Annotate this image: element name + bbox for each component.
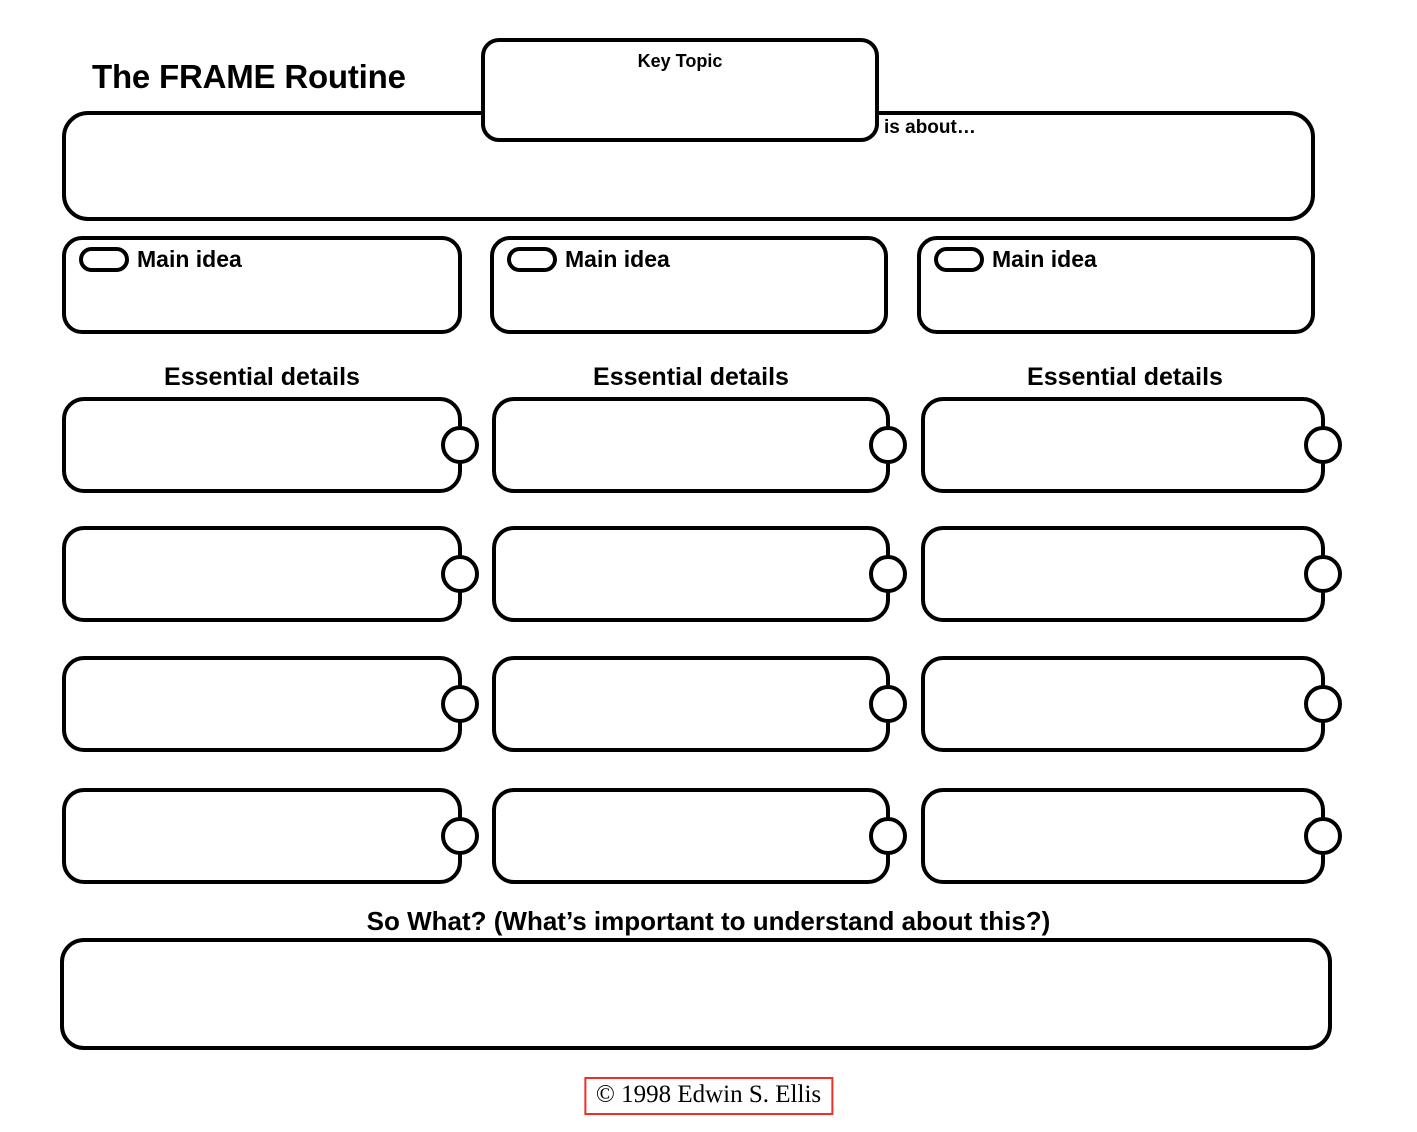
detail-box-r3c1[interactable]	[62, 656, 479, 752]
page-title: The FRAME Routine	[92, 58, 406, 95]
pill-icon	[934, 247, 984, 272]
is-about-label: is about…	[884, 117, 976, 138]
pill-icon	[507, 247, 557, 272]
circle-knob-icon	[869, 817, 907, 855]
key-topic-label: Key Topic	[637, 51, 723, 71]
essential-details-heading-3: Essential details	[1027, 363, 1223, 391]
essential-details-heading-1: Essential details	[164, 363, 360, 391]
detail-box-r4c1[interactable]	[62, 788, 479, 884]
circle-knob-icon	[869, 685, 907, 723]
detail-box-r4c3[interactable]	[921, 788, 1342, 884]
circle-knob-icon	[441, 426, 479, 464]
circle-knob-icon	[1304, 817, 1342, 855]
circle-knob-icon	[1304, 426, 1342, 464]
main-idea-label: Main idea	[992, 246, 1097, 272]
circle-knob-icon	[1304, 685, 1342, 723]
detail-box-r1c1[interactable]	[62, 397, 479, 493]
detail-box-r1c3[interactable]	[921, 397, 1342, 493]
main-idea-label: Main idea	[565, 246, 670, 272]
main-idea-box-3[interactable]: Main idea	[917, 236, 1315, 334]
circle-knob-icon	[869, 555, 907, 593]
detail-box-r3c2[interactable]	[492, 656, 907, 752]
detail-box-r2c3[interactable]	[921, 526, 1342, 622]
main-idea-label: Main idea	[137, 246, 242, 272]
detail-box-r4c2[interactable]	[492, 788, 907, 884]
pill-icon	[79, 247, 129, 272]
key-topic-textbox[interactable]: Key Topic	[481, 38, 879, 142]
detail-box-r3c3[interactable]	[921, 656, 1342, 752]
main-idea-box-2[interactable]: Main idea	[490, 236, 888, 334]
circle-knob-icon	[441, 555, 479, 593]
circle-knob-icon	[1304, 555, 1342, 593]
so-what-textbox[interactable]	[60, 938, 1332, 1050]
detail-box-r1c2[interactable]	[492, 397, 907, 493]
detail-box-r2c1[interactable]	[62, 526, 479, 622]
so-what-heading: So What? (What’s important to understand…	[366, 906, 1051, 936]
main-idea-box-1[interactable]: Main idea	[62, 236, 462, 334]
essential-details-heading-2: Essential details	[593, 363, 789, 391]
circle-knob-icon	[441, 685, 479, 723]
circle-knob-icon	[441, 817, 479, 855]
circle-knob-icon	[869, 426, 907, 464]
detail-box-r2c2[interactable]	[492, 526, 907, 622]
frame-routine-worksheet: The FRAME Routine Key Topic is about… Ma…	[0, 0, 1417, 1132]
copyright-notice: © 1998 Edwin S. Ellis	[583, 1077, 834, 1115]
